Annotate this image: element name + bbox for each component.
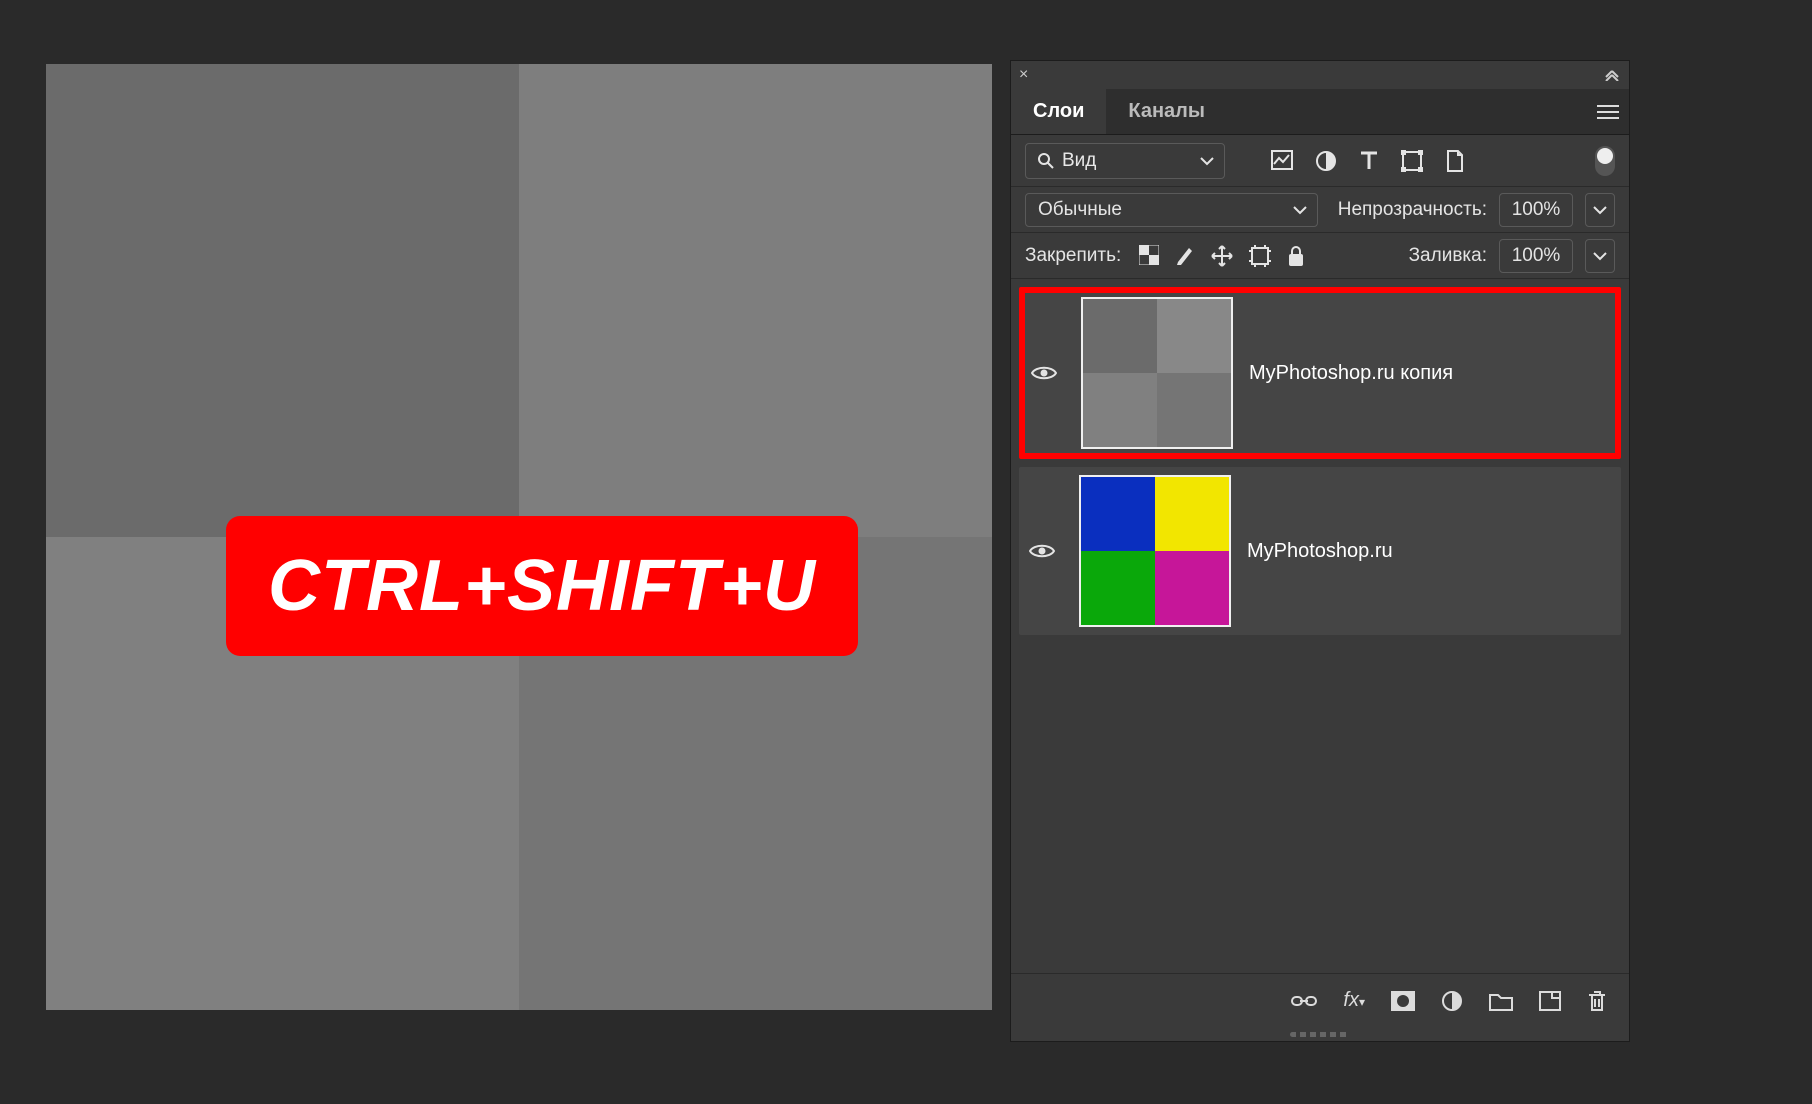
filter-type-text-icon[interactable] xyxy=(1359,150,1379,172)
shortcut-overlay: CTRL+SHIFT+U xyxy=(226,516,858,656)
panel-tabs: Слои Каналы xyxy=(1011,89,1629,135)
filter-shape-icon[interactable] xyxy=(1401,150,1423,172)
search-icon xyxy=(1038,153,1054,169)
lock-label: Закрепить: xyxy=(1025,245,1121,267)
collapse-panel-icon[interactable] xyxy=(1603,69,1621,81)
chevron-down-icon xyxy=(1293,205,1307,215)
filter-adjustment-icon[interactable] xyxy=(1315,150,1337,172)
filter-pixel-icon[interactable] xyxy=(1271,150,1293,172)
layer-style-fx-icon[interactable]: fx▾ xyxy=(1343,989,1365,1012)
layer-filter-kind-dropdown[interactable]: Вид xyxy=(1025,143,1225,179)
blend-mode-value: Обычные xyxy=(1038,199,1122,221)
layer-filter-row: Вид xyxy=(1011,135,1629,187)
document-canvas[interactable]: CTRL+SHIFT+U xyxy=(46,64,992,1010)
canvas-quadrant xyxy=(46,64,519,537)
layers-panel-footer: fx▾ xyxy=(1011,973,1629,1027)
fill-flyout-button[interactable] xyxy=(1585,239,1615,273)
lock-all-icon[interactable] xyxy=(1287,245,1305,267)
lock-transparency-icon[interactable] xyxy=(1139,245,1159,267)
layer-thumbnail[interactable] xyxy=(1081,297,1233,449)
layer-row[interactable]: MyPhotoshop.ru xyxy=(1019,467,1621,635)
canvas-quadrant xyxy=(519,64,992,537)
add-mask-icon[interactable] xyxy=(1391,991,1415,1011)
lock-artboard-icon[interactable] xyxy=(1249,245,1271,267)
layer-row[interactable]: MyPhotoshop.ru копия xyxy=(1019,287,1621,459)
blend-mode-dropdown[interactable]: Обычные xyxy=(1025,193,1318,227)
delete-layer-icon[interactable] xyxy=(1587,990,1607,1012)
panel-menu-icon[interactable] xyxy=(1597,104,1619,120)
filter-type-icons xyxy=(1271,150,1465,172)
filter-smartobject-icon[interactable] xyxy=(1445,150,1465,172)
tab-channels[interactable]: Каналы xyxy=(1106,89,1227,134)
filter-toggle-switch[interactable] xyxy=(1595,146,1615,176)
link-layers-icon[interactable] xyxy=(1291,993,1317,1009)
close-panel-icon[interactable]: × xyxy=(1019,66,1028,84)
layers-panel: × Слои Каналы Вид xyxy=(1010,60,1630,1042)
filter-kind-label: Вид xyxy=(1062,150,1096,172)
new-adjustment-layer-icon[interactable] xyxy=(1441,990,1463,1012)
chevron-down-icon xyxy=(1200,156,1214,166)
layer-name-label[interactable]: MyPhotoshop.ru xyxy=(1247,540,1393,563)
new-group-icon[interactable] xyxy=(1489,991,1513,1011)
panel-titlebar: × xyxy=(1011,61,1629,89)
new-layer-icon[interactable] xyxy=(1539,991,1561,1011)
blend-opacity-row: Обычные Непрозрачность: 100% xyxy=(1011,187,1629,233)
lock-position-icon[interactable] xyxy=(1211,245,1233,267)
opacity-flyout-button[interactable] xyxy=(1585,193,1615,227)
visibility-toggle-icon[interactable] xyxy=(1029,542,1063,560)
lock-pixels-icon[interactable] xyxy=(1175,245,1195,267)
layers-list[interactable]: MyPhotoshop.ru копия MyPhotoshop.ru xyxy=(1011,279,1629,973)
fill-label: Заливка: xyxy=(1409,245,1487,267)
opacity-value-input[interactable]: 100% xyxy=(1499,193,1573,227)
visibility-toggle-icon[interactable] xyxy=(1031,364,1065,382)
fill-value-input[interactable]: 100% xyxy=(1499,239,1573,273)
tab-layers[interactable]: Слои xyxy=(1011,89,1106,134)
layer-thumbnail[interactable] xyxy=(1079,475,1231,627)
panel-resize-grip[interactable] xyxy=(1011,1027,1629,1041)
lock-fill-row: Закрепить: Заливка: 100% xyxy=(1011,233,1629,279)
opacity-label: Непрозрачность: xyxy=(1338,199,1487,221)
lock-icons xyxy=(1139,245,1305,267)
layer-name-label[interactable]: MyPhotoshop.ru копия xyxy=(1249,362,1453,385)
